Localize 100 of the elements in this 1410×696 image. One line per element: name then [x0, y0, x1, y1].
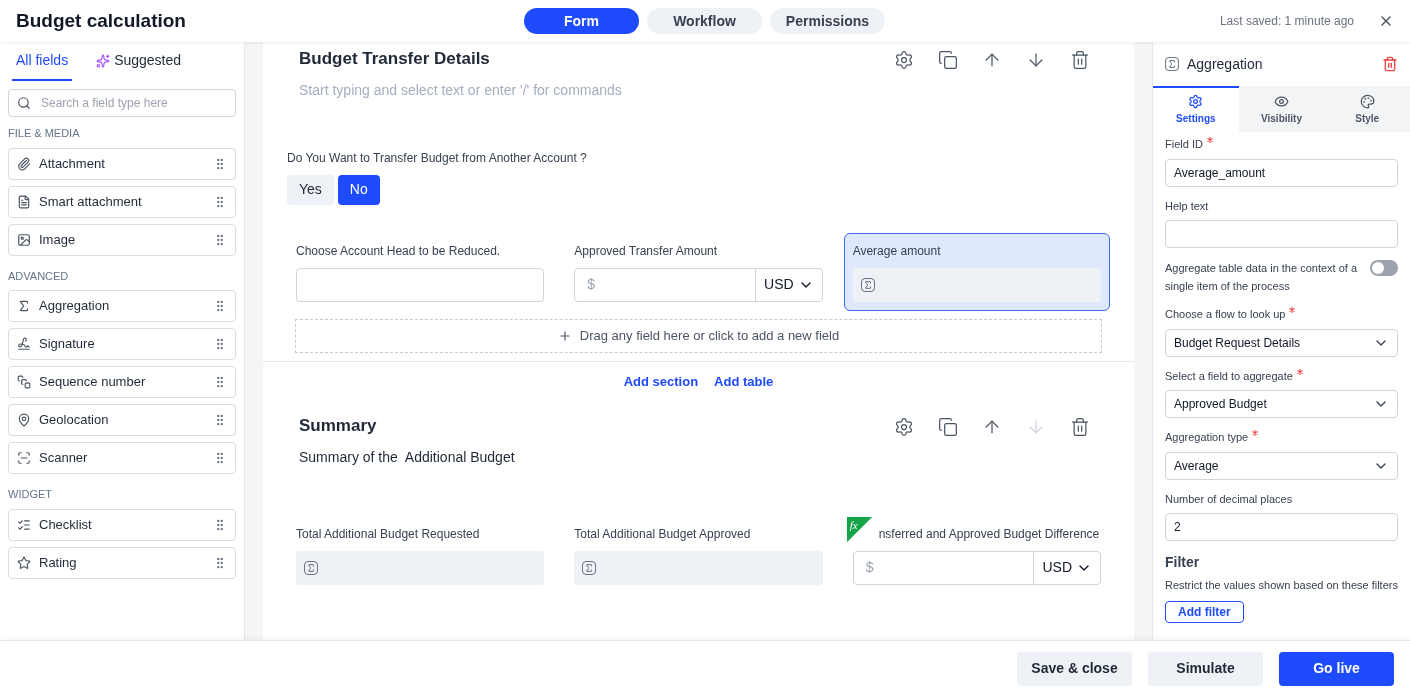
- ai-sparkle-icon: [96, 53, 111, 68]
- field-type-item[interactable]: Sequence number: [8, 366, 236, 398]
- field-type-label: Smart attachment: [39, 192, 143, 211]
- panel-tab[interactable]: Style: [1324, 86, 1410, 132]
- input-field[interactable]: Average_amount: [1165, 158, 1398, 187]
- property-label: Aggregation type: [1165, 430, 1249, 445]
- sidebar-tab[interactable]: All fields: [12, 50, 73, 81]
- scanner-icon: [17, 451, 31, 465]
- field-type-item[interactable]: Geolocation: [8, 404, 236, 436]
- drop-zone-text: Drag any field here or click to add a new field: [579, 326, 840, 345]
- currency-input-field[interactable]: $ USD: [574, 267, 823, 302]
- filter-description: Restrict the values shown based on these filters: [1165, 578, 1398, 593]
- plus-icon: [557, 328, 572, 343]
- header-tab[interactable]: Workflow: [647, 8, 762, 34]
- settings-icon: [1188, 94, 1204, 109]
- field-type-label: Checklist: [39, 515, 93, 534]
- trash-icon[interactable]: [1070, 50, 1090, 70]
- document-icon: [17, 194, 31, 209]
- image-icon: [17, 232, 31, 247]
- option-button[interactable]: Yes: [287, 174, 334, 205]
- option-button[interactable]: No: [337, 174, 380, 205]
- text-input-field[interactable]: [296, 267, 545, 302]
- section-description: Summary of the Additional Budget: [299, 447, 516, 467]
- field-type-label: Geolocation: [39, 411, 110, 430]
- field-type-item[interactable]: Smart attachment: [8, 185, 236, 218]
- field-type-item[interactable]: Attachment: [8, 147, 236, 180]
- property-label: Help text: [1165, 198, 1209, 214]
- property-label: Field ID: [1165, 137, 1203, 152]
- sigma-icon: [860, 277, 875, 292]
- copy-icon[interactable]: [938, 417, 958, 437]
- footer-button[interactable]: Save & close: [1017, 651, 1132, 686]
- toggle-label: Aggregate table data in the context of a single item of the process: [1165, 261, 1359, 294]
- property-label: Choose a flow to look up: [1165, 307, 1286, 322]
- select-field[interactable]: Average: [1165, 451, 1398, 480]
- group-heading: FILE & MEDIA: [8, 126, 81, 141]
- footer-button[interactable]: Go live: [1279, 651, 1394, 686]
- paperclip-icon: [17, 156, 31, 171]
- field-type-item[interactable]: Aggregation: [8, 290, 236, 322]
- sidebar-tab[interactable]: Suggested: [92, 50, 186, 81]
- stack-icon: [17, 375, 31, 389]
- group-heading: ADVANCED: [8, 268, 70, 284]
- question-label: Do You Want to Transfer Budget from Another Account ?: [287, 149, 588, 167]
- group-heading: WIDGET: [8, 487, 53, 502]
- field-type-item[interactable]: Checklist: [8, 508, 236, 541]
- field-label: Total Additional Budget Requested: [296, 525, 480, 543]
- add-filter-button[interactable]: Add filter: [1165, 601, 1244, 623]
- field-type-item[interactable]: Scanner: [8, 442, 236, 474]
- field-label: nsferred and Approved Budget Difference: [878, 525, 1100, 543]
- add-link[interactable]: Add section: [623, 371, 699, 391]
- panel-title: Aggregation: [1187, 54, 1264, 74]
- star-icon: [17, 555, 31, 570]
- currency-select[interactable]: USD: [1033, 551, 1100, 584]
- footer-button[interactable]: Simulate: [1148, 651, 1263, 686]
- field-label: Average amount: [852, 242, 941, 260]
- copy-icon[interactable]: [938, 50, 958, 70]
- currency-input-field[interactable]: $ USD: [852, 550, 1101, 585]
- app-title: Budget calculation: [16, 8, 187, 33]
- header-tab[interactable]: Form: [524, 8, 639, 34]
- field-type-label: Sequence number: [39, 373, 147, 392]
- trash-icon[interactable]: [1070, 417, 1090, 437]
- field-label: Total Additional Budget Approved: [574, 525, 751, 543]
- field-type-label: Image: [39, 230, 77, 249]
- select-field[interactable]: Budget Request Details: [1165, 328, 1398, 357]
- sigma-icon: [17, 299, 31, 313]
- field-type-item[interactable]: Signature: [8, 328, 236, 360]
- input-field[interactable]: 2: [1165, 513, 1398, 541]
- panel-tab[interactable]: Visibility: [1238, 86, 1325, 132]
- field-type-label: Scanner: [39, 449, 89, 468]
- property-label: Select a field to aggregate: [1165, 368, 1293, 384]
- settings-icon[interactable]: [894, 417, 914, 437]
- section-title: Summary: [299, 415, 378, 437]
- add-link[interactable]: Add table: [714, 371, 774, 391]
- formula-badge: fx: [846, 516, 873, 543]
- map-pin-icon: [17, 413, 31, 427]
- trash-icon[interactable]: [1382, 56, 1398, 72]
- currency-placeholder: $: [586, 275, 597, 294]
- settings-icon[interactable]: [894, 50, 914, 70]
- drop-zone[interactable]: Drag any field here or click to add a new field: [295, 318, 1102, 353]
- field-type-item[interactable]: Image: [8, 223, 236, 256]
- header-tab[interactable]: Permissions: [770, 8, 885, 34]
- field-type-label: Signature: [39, 335, 96, 354]
- field-type-item[interactable]: Rating: [8, 546, 236, 579]
- filter-heading: Filter: [1165, 553, 1201, 572]
- field-label: Approved Transfer Amount: [574, 242, 718, 260]
- input-field[interactable]: [1165, 220, 1398, 248]
- palette-icon: [1359, 94, 1375, 109]
- search-field[interactable]: Search a field type here: [8, 89, 236, 117]
- sigma-icon: [1165, 57, 1179, 71]
- currency-placeholder: $: [864, 558, 875, 577]
- property-label: Number of decimal places: [1165, 491, 1293, 507]
- signature-icon: [17, 337, 31, 351]
- eye-icon: [1274, 94, 1289, 109]
- sigma-icon: [304, 560, 318, 575]
- field-label: Choose Account Head to be Reduced.: [296, 242, 501, 260]
- toggle-switch[interactable]: [1370, 260, 1398, 276]
- field-type-label: Attachment: [39, 154, 106, 173]
- sigma-icon: [582, 560, 597, 575]
- field-type-label: Rating: [39, 553, 78, 572]
- select-field[interactable]: Approved Budget: [1165, 390, 1398, 418]
- currency-select[interactable]: USD: [755, 268, 822, 301]
